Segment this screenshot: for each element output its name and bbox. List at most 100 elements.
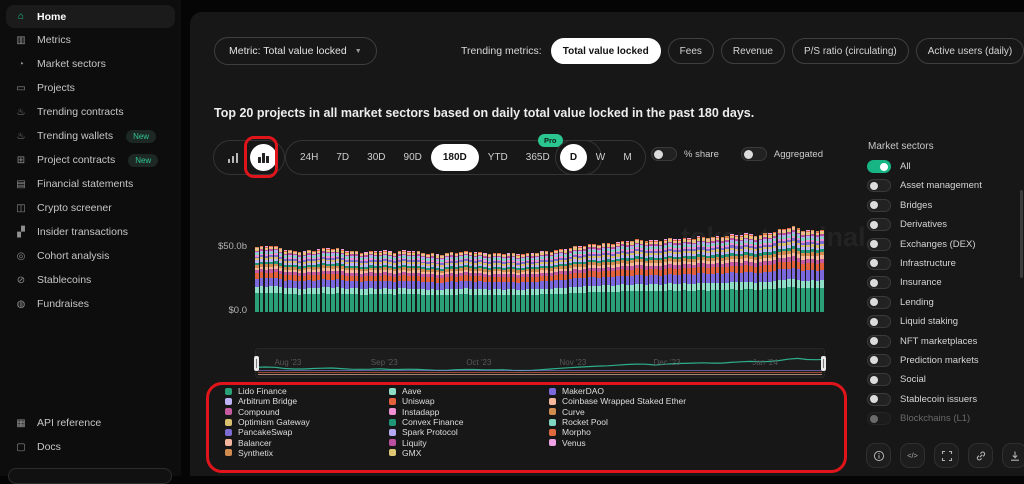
chart-bar[interactable] xyxy=(673,239,677,312)
chart-bar[interactable] xyxy=(602,243,606,312)
sidebar-item-api-reference[interactable]: ▦API reference xyxy=(0,411,181,435)
toggle-share[interactable]: % share xyxy=(651,147,719,161)
chart-bar[interactable] xyxy=(493,253,497,313)
chart-bar[interactable] xyxy=(578,246,582,312)
sidebar-item-trending-wallets[interactable]: ♨Trending walletsNew xyxy=(0,124,181,148)
chart-bar[interactable] xyxy=(331,249,335,313)
chart-bar[interactable] xyxy=(730,234,734,312)
sidebar-item-docs[interactable]: ▢Docs xyxy=(0,435,181,459)
sector-toggle-derivatives[interactable]: Derivatives xyxy=(867,218,982,231)
chart-bar[interactable] xyxy=(326,248,330,312)
chart-bar[interactable] xyxy=(820,229,824,312)
toggle-switch[interactable] xyxy=(867,257,891,270)
chart-bar[interactable] xyxy=(744,233,748,312)
sidebar-item-metrics[interactable]: ▥Metrics xyxy=(0,28,181,52)
trending-pill-revenue[interactable]: Revenue xyxy=(721,38,785,64)
trending-pill-fees[interactable]: Fees xyxy=(668,38,714,64)
chart-bar[interactable] xyxy=(540,251,544,312)
chart-bar[interactable] xyxy=(616,242,620,312)
chart-bar[interactable] xyxy=(426,254,430,312)
chart-bar[interactable] xyxy=(317,249,321,312)
chart-bar[interactable] xyxy=(531,253,535,312)
chart-bar[interactable] xyxy=(678,239,682,312)
chart-bar[interactable] xyxy=(573,246,577,312)
chart-bar[interactable] xyxy=(360,253,364,313)
toggle-switch[interactable] xyxy=(867,393,891,406)
sector-toggle-insurance[interactable]: Insurance xyxy=(867,276,982,289)
range-365d[interactable]: 365D xyxy=(517,144,559,171)
chart-bar[interactable] xyxy=(421,253,425,312)
chart-bar[interactable] xyxy=(816,231,820,312)
chart-bar[interactable] xyxy=(255,247,259,312)
chart-bar[interactable] xyxy=(588,244,592,313)
chart-bar[interactable] xyxy=(336,248,340,312)
chart-bar[interactable] xyxy=(269,246,273,312)
sector-toggle-nft-marketplaces[interactable]: NFT marketplaces xyxy=(867,335,982,348)
info-button[interactable] xyxy=(866,443,891,468)
sidebar-item-trending-contracts[interactable]: ♨Trending contracts xyxy=(0,100,181,124)
chart-bar[interactable] xyxy=(464,251,468,313)
chart-bar[interactable] xyxy=(497,252,501,312)
chart-bar[interactable] xyxy=(417,251,421,312)
chart-bar[interactable] xyxy=(692,238,696,312)
range-90d[interactable]: 90D xyxy=(395,144,431,171)
chart-bar[interactable] xyxy=(801,231,805,312)
chart-bar[interactable] xyxy=(298,252,302,312)
chart-bar[interactable] xyxy=(512,253,516,312)
trending-pill-active-users-daily[interactable]: Active users (daily) xyxy=(916,38,1024,64)
chart-bar[interactable] xyxy=(592,244,596,312)
chart-bar[interactable] xyxy=(265,246,269,312)
chart-bar[interactable] xyxy=(431,253,435,312)
range-180d[interactable]: 180D xyxy=(431,144,479,171)
chart-bar[interactable] xyxy=(284,250,288,312)
chart-bar[interactable] xyxy=(583,246,587,312)
chart-bar[interactable] xyxy=(459,251,463,312)
chart-bar[interactable] xyxy=(383,250,387,312)
chart-bar[interactable] xyxy=(725,236,729,312)
chart-bar[interactable] xyxy=(350,251,354,312)
chart-bar[interactable] xyxy=(488,254,492,312)
chart-bar[interactable] xyxy=(640,239,644,312)
sector-toggle-social[interactable]: Social xyxy=(867,373,982,386)
sector-toggle-infrastructure[interactable]: Infrastructure xyxy=(867,257,982,270)
account-card-stub[interactable] xyxy=(8,468,172,484)
chart-bar[interactable] xyxy=(436,254,440,312)
chart-bar[interactable] xyxy=(763,233,767,312)
chart-bar[interactable] xyxy=(759,235,763,312)
granularity-d[interactable]: D xyxy=(560,144,587,171)
chart-bar[interactable] xyxy=(569,248,573,312)
chart-bar[interactable] xyxy=(483,253,487,312)
chart-bar[interactable] xyxy=(535,253,539,312)
chart-bar[interactable] xyxy=(711,237,715,312)
chart-bar[interactable] xyxy=(322,248,326,312)
toggle-switch[interactable] xyxy=(867,179,891,192)
chart-bar[interactable] xyxy=(445,253,449,312)
chart-bar[interactable] xyxy=(388,251,392,312)
chart-bar[interactable] xyxy=(621,240,625,312)
chart-bar[interactable] xyxy=(312,250,316,312)
toggle-switch[interactable] xyxy=(867,412,891,425)
chart-bar[interactable] xyxy=(654,240,658,312)
chart-bar[interactable] xyxy=(782,229,786,313)
chart-bar[interactable] xyxy=(303,251,307,312)
chart-bar[interactable] xyxy=(307,250,311,312)
chart-bar[interactable] xyxy=(402,250,406,312)
chart-bar[interactable] xyxy=(526,252,530,312)
toggle-switch[interactable] xyxy=(867,276,891,289)
chart-bar[interactable] xyxy=(735,235,739,312)
chart-bar[interactable] xyxy=(806,230,810,312)
chart-bar[interactable] xyxy=(502,254,506,312)
chart-bar[interactable] xyxy=(345,251,349,312)
stacked-bar-chart-button[interactable] xyxy=(250,144,277,171)
chart-bar[interactable] xyxy=(507,253,511,312)
chart-bar[interactable] xyxy=(521,254,525,312)
sector-toggle-liquid-staking[interactable]: Liquid staking xyxy=(867,315,982,328)
sidebar-item-stablecoins[interactable]: ⊘Stablecoins xyxy=(0,268,181,292)
chart-bar[interactable] xyxy=(649,240,653,312)
stacked-bar-chart[interactable] xyxy=(255,224,825,312)
chart-bar[interactable] xyxy=(293,251,297,313)
chart-bar[interactable] xyxy=(773,231,777,312)
fullscreen-button[interactable] xyxy=(934,443,959,468)
download-button[interactable] xyxy=(1002,443,1024,468)
toggle-switch[interactable] xyxy=(651,147,677,161)
